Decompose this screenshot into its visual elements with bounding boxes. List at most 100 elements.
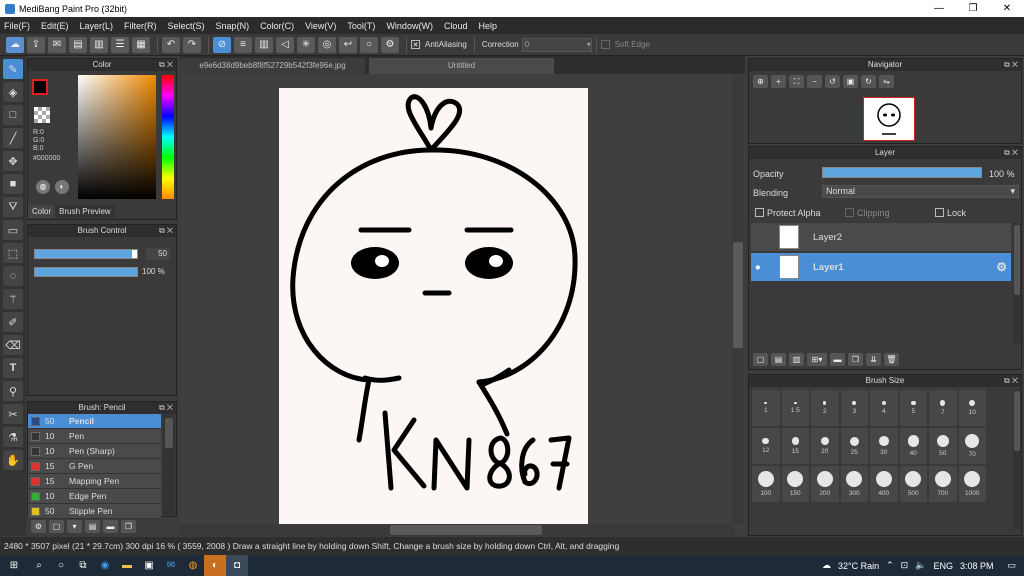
brush-size-cell[interactable]: 2: [810, 389, 840, 427]
brush-size-cell[interactable]: 500: [898, 465, 928, 503]
export-icon[interactable]: ⇪: [27, 36, 45, 53]
store-icon[interactable]: ▣: [138, 555, 160, 576]
drawing-canvas[interactable]: [279, 88, 588, 524]
brush-size-cell[interactable]: 7: [928, 389, 958, 427]
clock[interactable]: 3:08 PM: [960, 561, 994, 571]
transparent-swatch[interactable]: [34, 107, 50, 123]
vanishing-snap-icon[interactable]: ◁: [276, 36, 294, 53]
notification-icon[interactable]: ▭: [1007, 560, 1016, 571]
copy-brush-icon[interactable]: ▤: [85, 519, 100, 533]
redo-icon[interactable]: ↷: [183, 36, 201, 53]
eyedropper-tool-icon[interactable]: ⚗: [3, 427, 23, 447]
zoom-plus-icon[interactable]: +: [771, 75, 786, 88]
curve-snap-icon[interactable]: ↩: [339, 36, 357, 53]
chrome-icon[interactable]: ◍: [182, 555, 204, 576]
radial-snap-icon[interactable]: ✳: [297, 36, 315, 53]
edge-icon[interactable]: ◉: [94, 555, 116, 576]
tab-untitled[interactable]: Untitled: [369, 58, 554, 74]
new-brush-icon[interactable]: ▢: [49, 519, 64, 533]
undo-icon[interactable]: ↶: [162, 36, 180, 53]
menu-window[interactable]: Window(W): [386, 21, 433, 31]
eraser-tool-icon[interactable]: ◈: [3, 82, 23, 102]
select-tool-icon[interactable]: ⬚: [3, 243, 23, 263]
add-layer-menu-icon[interactable]: ⊞▾: [807, 353, 827, 366]
snap-off-icon[interactable]: ⊘: [213, 36, 231, 53]
close-button[interactable]: ✕: [990, 0, 1024, 17]
brush-list-item[interactable]: 10 Pen: [28, 429, 161, 444]
file-explorer-icon[interactable]: ▬: [116, 555, 138, 576]
zoom-out-icon[interactable]: −: [807, 75, 822, 88]
cloud-icon[interactable]: ☁: [6, 36, 24, 53]
correction-select[interactable]: 0 ▾: [521, 37, 592, 52]
new-layer-8bit-icon[interactable]: ▤: [771, 353, 786, 366]
palette-icon[interactable]: ◍: [36, 180, 50, 194]
folder-icon[interactable]: ▬: [103, 519, 118, 533]
vertical-scrollbar[interactable]: [732, 74, 744, 524]
brush-size-value[interactable]: 50: [146, 248, 170, 260]
hand-tool-icon[interactable]: ✋: [3, 450, 23, 470]
panel-close-icon[interactable]: ⧉ ✕: [1004, 147, 1018, 159]
comment-icon[interactable]: ▤: [69, 36, 87, 53]
move-tool-icon[interactable]: ✥: [3, 151, 23, 171]
tab-image-file[interactable]: e9e6d38d9beb8f8f52729b542f3fe96e.jpg: [180, 58, 365, 74]
weather-icon[interactable]: ☁: [822, 560, 831, 571]
rectangle-tool-icon[interactable]: ■: [3, 174, 23, 194]
brush-list-item[interactable]: 50 Stipple Pen: [28, 504, 161, 519]
brush-size-cell[interactable]: 30: [869, 427, 899, 465]
layer-row-layer2[interactable]: Layer2: [751, 223, 1011, 251]
layer-folder-icon[interactable]: ▬: [830, 353, 845, 366]
cross-snap-icon[interactable]: ▥: [255, 36, 273, 53]
brush-size-slider[interactable]: [34, 249, 138, 259]
panel-close-icon[interactable]: ⧉ ✕: [159, 225, 173, 237]
brush-list-item[interactable]: 50 Pencil: [28, 414, 161, 429]
brush-size-cell[interactable]: 1: [751, 389, 781, 427]
palette-edit-icon[interactable]: ◐: [55, 180, 69, 194]
divide-tool-icon[interactable]: ✂: [3, 404, 23, 424]
menu-snap[interactable]: Snap(N): [216, 21, 250, 31]
operation-tool-icon[interactable]: ⚲: [3, 381, 23, 401]
rotate-right-icon[interactable]: ↻: [861, 75, 876, 88]
brush-size-cell[interactable]: 1.5: [780, 389, 810, 427]
blending-select[interactable]: Normal ▾: [822, 185, 1019, 198]
brush-size-cell[interactable]: 300: [839, 465, 869, 503]
tab-color[interactable]: Color: [28, 205, 56, 218]
brush-size-cell[interactable]: 50: [928, 427, 958, 465]
snap-settings-icon[interactable]: ⚙: [381, 36, 399, 53]
horizontal-scrollbar[interactable]: [180, 524, 735, 536]
protect-alpha-checkbox[interactable]: [755, 208, 764, 217]
panel-close-icon[interactable]: ⧉ ✕: [1004, 375, 1018, 387]
volume-icon[interactable]: 🔈: [915, 560, 926, 571]
brush-size-cell[interactable]: 4: [869, 389, 899, 427]
brush-size-cell[interactable]: 700: [928, 465, 958, 503]
panel-close-icon[interactable]: ⧉ ✕: [159, 402, 173, 414]
duplicate-layer-icon[interactable]: ❐: [848, 353, 863, 366]
brush-size-cell[interactable]: 12: [751, 427, 781, 465]
brush-size-cell[interactable]: 400: [869, 465, 899, 503]
language-indicator[interactable]: ENG: [933, 561, 953, 571]
parallel-snap-icon[interactable]: ≡: [234, 36, 252, 53]
menu-cloud[interactable]: Cloud: [444, 21, 468, 31]
fit-screen-icon[interactable]: ▣: [843, 75, 858, 88]
new-layer-1bit-icon[interactable]: ▥: [789, 353, 804, 366]
app-taskbar-icon[interactable]: ◘: [226, 555, 248, 576]
layer-settings-icon[interactable]: ⚙: [996, 260, 1007, 274]
brush-size-cell[interactable]: 100: [751, 465, 781, 503]
grid-icon[interactable]: ▦: [132, 36, 150, 53]
menu-filter[interactable]: Filter(R): [124, 21, 157, 31]
menu-edit[interactable]: Edit(E): [41, 21, 69, 31]
brush-size-cell[interactable]: 1000: [957, 465, 987, 503]
panel-close-icon[interactable]: ⧉ ✕: [1004, 59, 1018, 71]
minimize-button[interactable]: —: [922, 0, 956, 17]
navigator-preview[interactable]: [863, 97, 915, 141]
document-icon[interactable]: ▥: [90, 36, 108, 53]
bucket-tool-icon[interactable]: ⛛: [3, 197, 23, 217]
weather-text[interactable]: 32°C Rain: [838, 561, 879, 571]
saturation-value-picker[interactable]: [78, 75, 156, 199]
lasso-tool-icon[interactable]: ◌: [3, 266, 23, 286]
brush-size-cell[interactable]: 200: [810, 465, 840, 503]
menu-help[interactable]: Help: [478, 21, 497, 31]
lock-checkbox[interactable]: [935, 208, 944, 217]
brush-list-item[interactable]: 15 G Pen: [28, 459, 161, 474]
search-icon[interactable]: ⌕: [28, 555, 50, 576]
brush-size-cell[interactable]: 20: [810, 427, 840, 465]
